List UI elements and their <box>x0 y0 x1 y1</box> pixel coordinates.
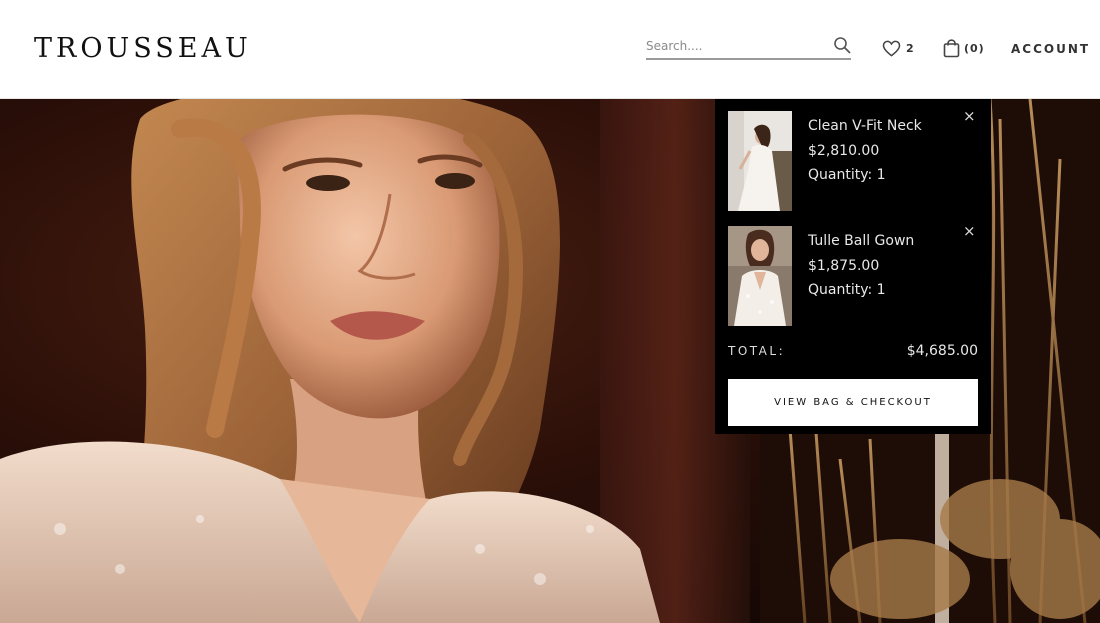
cart-item-info: Tulle Ball Gown $1,875.00 Quantity: 1 <box>808 229 914 303</box>
view-bag-checkout-button[interactable]: VIEW BAG & CHECKOUT <box>728 379 978 426</box>
bag-count: (0) <box>964 41 985 55</box>
search-box <box>646 34 851 60</box>
minicart-dropdown: Clean V-Fit Neck $2,810.00 Quantity: 1 ×… <box>715 99 991 434</box>
search-input[interactable] <box>646 34 826 58</box>
brand-logo[interactable]: TROUSSEAU <box>34 33 252 64</box>
cart-total-row: TOTAL: $4,685.00 <box>728 343 978 363</box>
heart-icon <box>882 40 901 57</box>
search-icon[interactable] <box>833 36 851 54</box>
shopping-bag-icon <box>943 38 960 57</box>
cart-item-info: Clean V-Fit Neck $2,810.00 Quantity: 1 <box>808 114 922 188</box>
cart-item-quantity: Quantity: 1 <box>808 282 886 298</box>
cart-item-quantity: Quantity: 1 <box>808 167 886 183</box>
wishlist-button[interactable]: 2 <box>882 39 914 57</box>
cart-item: Clean V-Fit Neck $2,810.00 Quantity: 1 × <box>728 108 978 211</box>
remove-item-close-icon[interactable]: × <box>963 223 976 239</box>
bag-button[interactable]: (0) <box>943 38 985 58</box>
cart-item-name[interactable]: Tulle Ball Gown <box>808 229 914 254</box>
site-header: TROUSSEAU 2 (0) ACCOUNT <box>0 0 1100 99</box>
product-image <box>728 111 792 211</box>
product-thumbnail[interactable] <box>728 226 792 326</box>
total-value: $4,685.00 <box>906 343 978 359</box>
cart-item-name[interactable]: Clean V-Fit Neck <box>808 114 922 139</box>
wishlist-count: 2 <box>906 41 914 55</box>
product-image <box>728 226 792 326</box>
account-link[interactable]: ACCOUNT <box>1011 42 1090 56</box>
total-label: TOTAL: <box>728 344 786 358</box>
remove-item-close-icon[interactable]: × <box>963 108 976 124</box>
cart-item: Tulle Ball Gown $1,875.00 Quantity: 1 × <box>728 223 978 326</box>
cart-item-price: $2,810.00 <box>808 142 880 159</box>
product-thumbnail[interactable] <box>728 111 792 211</box>
cart-item-price: $1,875.00 <box>808 257 880 274</box>
